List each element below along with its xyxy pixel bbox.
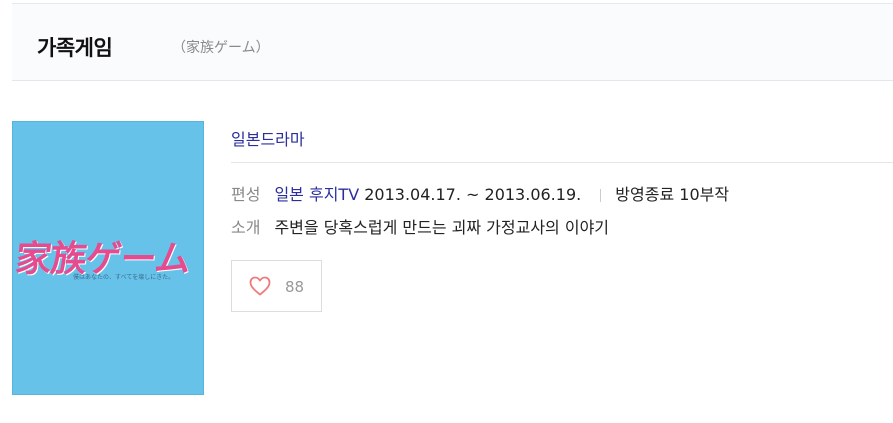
intro-row: 소개 주변을 당혹스럽게 만드는 괴짜 가정교사의 이야기 [231,214,609,238]
poster-image[interactable]: 家族ゲーム 僕はあなたの、すべてを壊しにきた。 [12,121,204,395]
heart-outline-icon [249,276,271,296]
intro-label: 소개 [231,218,261,237]
broadcast-row: 편성 일본 후지TV 2013.04.17. ~ 2013.06.19. 방영종료… [231,181,729,205]
genre-link[interactable]: 일본드라마 [231,126,305,150]
separator [600,189,602,202]
like-button[interactable]: 88 [231,260,322,312]
broadcast-label: 편성 [231,185,261,204]
poster-tagline-text: 僕はあなたの、すべてを壊しにきた。 [73,274,175,281]
broadcaster-link[interactable]: 일본 후지TV [274,185,359,204]
page-header: 가족게임 （家族ゲーム） [12,3,893,81]
original-title: （家族ゲーム） [172,40,270,56]
broadcast-dates: 2013.04.17. ~ 2013.06.19. [364,185,582,204]
divider [231,162,893,163]
page-title: 가족게임 [37,36,113,60]
like-count: 88 [285,278,305,296]
intro-text: 주변을 당혹스럽게 만드는 괴짜 가정교사의 이야기 [274,218,610,237]
broadcast-status: 방영종료 10부작 [615,185,730,204]
